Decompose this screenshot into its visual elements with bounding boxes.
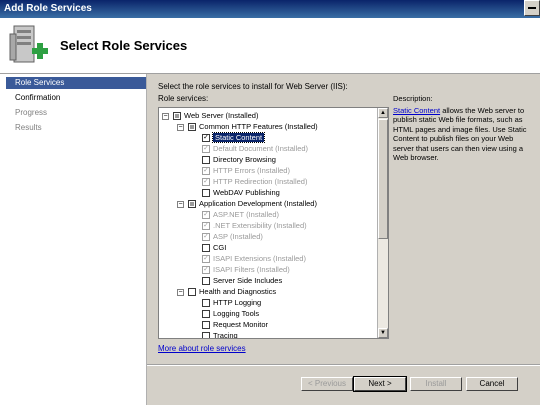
tree-item-http-logging[interactable]: HTTP Logging bbox=[202, 297, 261, 308]
tree-item-isapi-extensions: ✓ ISAPI Extensions (Installed) bbox=[202, 254, 306, 264]
static-content-link[interactable]: Static Content bbox=[393, 106, 440, 115]
window-title-bar[interactable]: Add Role Services bbox=[0, 0, 540, 18]
tree-item-health-diagnostics[interactable]: − Health and Diagnostics bbox=[177, 286, 276, 297]
server-add-icon bbox=[9, 25, 48, 63]
checkbox-unchecked[interactable] bbox=[202, 244, 210, 253]
checkbox-unchecked[interactable] bbox=[202, 156, 210, 165]
scrollbar-thumb[interactable] bbox=[378, 119, 388, 239]
tree-item-cgi[interactable]: CGI bbox=[202, 242, 226, 253]
page-title: Select Role Services bbox=[60, 38, 188, 53]
next-button[interactable]: Next > bbox=[353, 376, 407, 392]
checkbox-unchecked[interactable] bbox=[202, 299, 210, 308]
role-services-tree[interactable]: − Web Server (Installed) − Common HTTP Fea… bbox=[158, 107, 389, 339]
checkbox-unchecked[interactable] bbox=[202, 189, 210, 198]
checkbox-disabled-checked: ✓ bbox=[202, 178, 210, 187]
checkbox-unchecked[interactable] bbox=[202, 277, 210, 286]
checkbox-unchecked[interactable] bbox=[202, 310, 210, 319]
checkbox-checked[interactable]: ✓ bbox=[202, 134, 210, 143]
description-panel: Description: Static Content allows the W… bbox=[393, 94, 528, 163]
tree-item-common-http[interactable]: − Common HTTP Features (Installed) bbox=[177, 121, 318, 132]
tree-item-default-document: ✓ Default Document (Installed) bbox=[202, 144, 309, 154]
wizard-header: Select Role Services bbox=[0, 18, 540, 74]
wizard-content: Select the role services to install for … bbox=[147, 74, 540, 405]
role-services-label: Role services: bbox=[158, 94, 209, 103]
collapse-toggle-icon[interactable]: − bbox=[177, 200, 184, 208]
wizard-steps: Role Services Confirmation Progress Resu… bbox=[0, 74, 147, 405]
step-confirmation[interactable]: Confirmation bbox=[6, 92, 146, 104]
checkbox-unchecked[interactable] bbox=[188, 288, 196, 297]
footer-divider bbox=[147, 364, 540, 366]
tree-item-aspnet: ✓ ASP.NET (Installed) bbox=[202, 210, 280, 220]
checkbox-disabled-checked: ✓ bbox=[202, 211, 210, 220]
tree-item-logging-tools[interactable]: Logging Tools bbox=[202, 308, 259, 319]
checkbox-unchecked[interactable] bbox=[202, 321, 210, 330]
checkbox-partial[interactable] bbox=[188, 200, 196, 209]
collapse-toggle-icon[interactable]: − bbox=[177, 288, 184, 296]
step-role-services[interactable]: Role Services bbox=[6, 77, 146, 89]
tree-item-tracing[interactable]: Tracing bbox=[202, 330, 238, 338]
tree-item-asp: ✓ ASP (Installed) bbox=[202, 232, 263, 242]
tree-item-server-side-includes[interactable]: Server Side Includes bbox=[202, 275, 282, 286]
previous-button[interactable]: < Previous bbox=[301, 377, 353, 391]
install-button[interactable]: Install bbox=[410, 377, 462, 391]
step-results: Results bbox=[15, 123, 42, 132]
collapse-toggle-icon[interactable]: − bbox=[162, 112, 169, 120]
description-title: Description: bbox=[393, 94, 433, 103]
checkbox-disabled-checked: ✓ bbox=[202, 167, 210, 176]
more-about-role-services-link[interactable]: More about role services bbox=[158, 344, 246, 353]
checkbox-unchecked[interactable] bbox=[202, 332, 210, 338]
tree-item-directory-browsing[interactable]: Directory Browsing bbox=[202, 154, 276, 165]
checkbox-disabled-checked: ✓ bbox=[202, 145, 210, 154]
tree-item-webdav-publishing[interactable]: WebDAV Publishing bbox=[202, 187, 280, 198]
tree-item-http-redirection: ✓ HTTP Redirection (Installed) bbox=[202, 177, 308, 187]
tree-item-request-monitor[interactable]: Request Monitor bbox=[202, 319, 268, 330]
checkbox-disabled-checked: ✓ bbox=[202, 255, 210, 264]
checkbox-partial[interactable] bbox=[173, 112, 181, 121]
scroll-up-icon[interactable]: ▲ bbox=[378, 108, 388, 118]
tree-item-net-extensibility: ✓ .NET Extensibility (Installed) bbox=[202, 221, 307, 231]
cancel-button[interactable]: Cancel bbox=[466, 377, 518, 391]
tree-item-http-errors: ✓ HTTP Errors (Installed) bbox=[202, 166, 290, 176]
scroll-down-icon[interactable]: ▼ bbox=[378, 328, 388, 338]
collapse-toggle-icon[interactable]: − bbox=[177, 123, 184, 131]
tree-item-static-content[interactable]: ✓ Static Content bbox=[202, 132, 266, 143]
window-title: Add Role Services bbox=[4, 3, 92, 14]
checkbox-disabled-checked: ✓ bbox=[202, 266, 210, 275]
step-progress: Progress bbox=[15, 108, 48, 117]
instruction-text: Select the role services to install for … bbox=[158, 82, 348, 91]
tree-item-web-server[interactable]: − Web Server (Installed) bbox=[162, 110, 258, 121]
tree-scrollbar[interactable]: ▲ ▼ bbox=[377, 108, 388, 338]
tree-item-application-development[interactable]: − Application Development (Installed) bbox=[177, 198, 317, 209]
tree-item-isapi-filters: ✓ ISAPI Filters (Installed) bbox=[202, 265, 290, 275]
checkbox-disabled-checked: ✓ bbox=[202, 233, 210, 242]
minimize-button[interactable] bbox=[524, 0, 540, 16]
checkbox-disabled-checked: ✓ bbox=[202, 222, 210, 231]
checkbox-partial[interactable] bbox=[188, 123, 196, 132]
